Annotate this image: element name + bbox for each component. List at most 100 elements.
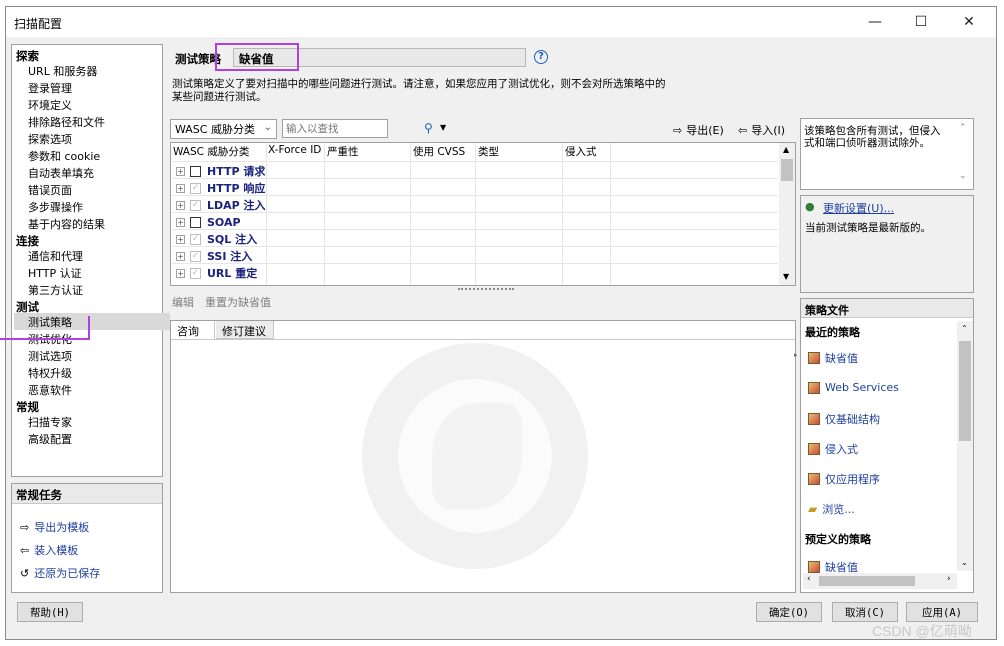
help-question-icon[interactable]: ? <box>534 50 548 64</box>
grid-row[interactable]: + SOAP <box>176 214 241 230</box>
nav-item[interactable]: 多步骤操作 <box>28 199 83 215</box>
edit-link[interactable]: 编辑 <box>172 294 194 310</box>
nav-item[interactable]: 测试策略 <box>28 314 72 330</box>
scroll-up-icon[interactable]: ▲ <box>783 145 789 154</box>
col-header-cvss[interactable]: 使用 CVSS <box>413 144 465 159</box>
expand-icon[interactable]: + <box>176 217 185 227</box>
dropdown-value: WASC 威胁分类 <box>175 123 255 136</box>
row-checkbox[interactable]: ✓ <box>190 267 201 279</box>
nav-item[interactable]: 高级配置 <box>28 431 72 447</box>
row-checkbox[interactable]: ✓ <box>190 250 201 262</box>
policy-files-hscrollbar[interactable]: ‹ › <box>803 573 957 589</box>
nav-item[interactable]: 基于内容的结果 <box>28 216 105 232</box>
nav-item[interactable]: 排除路径和文件 <box>28 114 105 130</box>
policy-item-label: 仅基础结构 <box>825 413 880 426</box>
nav-item[interactable]: 参数和 cookie <box>28 148 100 164</box>
pf-scroll-right-icon[interactable]: › <box>947 574 951 584</box>
maximize-button[interactable]: ☐ <box>898 7 944 37</box>
expand-icon[interactable]: + <box>176 234 185 244</box>
import-label: 导入(I) <box>751 124 786 137</box>
scroll-thumb[interactable] <box>781 159 793 181</box>
row-checkbox[interactable]: ✓ <box>190 182 201 194</box>
recent-policy-application[interactable]: 仅应用程序 <box>808 471 880 487</box>
pf-scroll-up-icon[interactable]: ⌃ <box>961 324 968 333</box>
row-checkbox[interactable]: ✓ <box>190 233 201 245</box>
tab-label: 修订建议 <box>222 325 266 338</box>
recent-policy-web-services[interactable]: Web Services <box>808 381 899 394</box>
grid-scrollbar[interactable]: ▲ ▼ <box>779 143 795 285</box>
import-button[interactable]: ⇦ 导入(I) <box>738 122 785 138</box>
grid-row[interactable]: + ✓ HTTP 响应 <box>176 180 265 196</box>
tab-advisory[interactable]: 咨询 <box>171 321 215 339</box>
policy-files-scrollbar[interactable]: ⌃ ⌄ <box>957 321 973 571</box>
cancel-button[interactable]: 取消(C) <box>832 602 898 622</box>
update-settings-link[interactable]: 更新设置(U)... <box>823 200 894 216</box>
nav-item[interactable]: 通信和代理 <box>28 248 83 264</box>
pf-hscroll-thumb[interactable] <box>819 576 915 586</box>
nav-item[interactable]: 特权升级 <box>28 365 72 381</box>
col-header-invasive[interactable]: 侵入式 <box>565 144 597 159</box>
policy-file-icon <box>808 413 820 425</box>
expand-icon[interactable]: + <box>176 251 185 261</box>
nav-item[interactable]: 环境定义 <box>28 97 72 113</box>
task-label: 还原为已保存 <box>34 567 101 580</box>
export-template-link[interactable]: ⇨ 导出为模板 <box>20 519 89 535</box>
nav-item[interactable]: 探索选项 <box>28 131 72 147</box>
search-options-chevron-icon[interactable]: ▼ <box>440 123 446 132</box>
row-checkbox[interactable]: ✓ <box>190 199 201 211</box>
expand-icon[interactable]: + <box>176 166 185 176</box>
recent-policy-infrastructure[interactable]: 仅基础结构 <box>808 411 880 427</box>
row-label: LDAP 注入 <box>207 199 266 212</box>
nav-item[interactable]: 第三方认证 <box>28 282 83 298</box>
col-header-type[interactable]: 类型 <box>478 144 499 159</box>
row-checkbox[interactable] <box>190 216 201 228</box>
reset-default-link[interactable]: 重置为缺省值 <box>205 294 271 310</box>
grid-row[interactable]: + ✓ SSI 注入 <box>176 248 252 264</box>
load-template-link[interactable]: ⇦ 装入模板 <box>20 542 78 558</box>
nav-item[interactable]: 恶意软件 <box>28 382 72 398</box>
restore-saved-link[interactable]: ↺ 还原为已保存 <box>20 565 100 581</box>
close-button[interactable]: ✕ <box>946 7 992 37</box>
apply-button[interactable]: 应用(A) <box>906 602 978 622</box>
expand-icon[interactable]: + <box>176 268 185 278</box>
policy-description-2: 某些问题进行测试。 <box>172 91 267 103</box>
info-scroll-down-icon[interactable]: ⌄ <box>959 171 967 181</box>
col-header-xforce[interactable]: X-Force ID <box>268 144 321 156</box>
minimize-button[interactable]: — <box>852 7 898 37</box>
search-icon[interactable]: ⚲ <box>424 121 433 135</box>
window-title: 扫描配置 <box>14 17 63 31</box>
col-header-severity[interactable]: 严重性 <box>327 144 359 159</box>
expand-icon[interactable]: + <box>176 200 185 210</box>
nav-item[interactable]: 测试选项 <box>28 348 72 364</box>
col-header-wasc[interactable]: WASC 威胁分类 <box>173 144 249 159</box>
search-input[interactable] <box>282 119 388 138</box>
recent-policy-default[interactable]: 缺省值 <box>808 350 858 366</box>
grid-row[interactable]: + ✓ LDAP 注入 <box>176 197 266 213</box>
predefined-policy-default[interactable]: 缺省值 <box>808 559 858 575</box>
pf-scroll-left-icon[interactable]: ‹ <box>807 574 811 584</box>
expand-icon[interactable]: + <box>176 183 185 193</box>
group-by-dropdown[interactable]: WASC 威胁分类 ⌄ <box>170 119 277 139</box>
info-scroll-up-icon[interactable]: ⌃ <box>959 123 967 133</box>
pf-scroll-down-icon[interactable]: ⌄ <box>961 558 968 567</box>
export-button[interactable]: ⇨ 导出(E) <box>673 122 724 138</box>
nav-item[interactable]: 自动表单填充 <box>28 165 94 181</box>
browse-link[interactable]: ▰ 浏览... <box>808 501 855 517</box>
recent-policy-invasive[interactable]: 侵入式 <box>808 441 858 457</box>
help-button[interactable]: 帮助(H) <box>17 602 83 622</box>
nav-item[interactable]: 扫描专家 <box>28 414 72 430</box>
nav-item[interactable]: HTTP 认证 <box>28 265 82 281</box>
tab-fix-recommendation[interactable]: 修订建议 <box>216 321 274 339</box>
splitter-handle[interactable] <box>458 288 514 290</box>
scroll-down-icon[interactable]: ▼ <box>783 272 789 281</box>
pf-scroll-thumb[interactable] <box>959 341 971 441</box>
grid-row[interactable]: + ✓ URL 重定 <box>176 265 257 281</box>
nav-item[interactable]: URL 和服务器 <box>28 63 97 79</box>
grid-row[interactable]: + ✓ SQL 注入 <box>176 231 257 247</box>
nav-item[interactable]: 错误页面 <box>28 182 72 198</box>
nav-item[interactable]: 登录管理 <box>28 80 72 96</box>
grid-row[interactable]: + HTTP 请求 <box>176 163 265 179</box>
import-icon: ⇦ <box>738 123 748 137</box>
row-checkbox[interactable] <box>190 165 201 177</box>
ok-button[interactable]: 确定(O) <box>756 602 822 622</box>
